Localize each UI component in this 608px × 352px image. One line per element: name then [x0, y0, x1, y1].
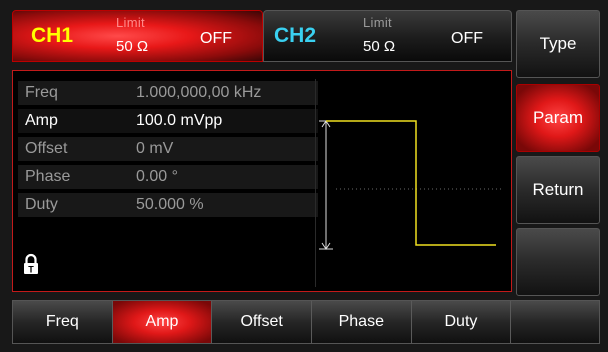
param-row-offset[interactable]: Offset 0 mV — [18, 137, 318, 161]
param-value: 0.00 ° — [136, 168, 178, 185]
param-label: Freq — [25, 84, 58, 101]
waveform-display — [315, 79, 502, 287]
param-row-duty[interactable]: Duty 50.000 % — [18, 193, 318, 217]
menu-item-duty[interactable]: Duty — [412, 301, 512, 343]
ch2-name: CH2 — [274, 24, 317, 47]
param-row-freq[interactable]: Freq 1.000,000,00 kHz — [18, 81, 318, 105]
softkey-type[interactable]: Type — [516, 10, 600, 78]
menu-item-phase[interactable]: Phase — [312, 301, 412, 343]
square-waveform — [326, 120, 496, 246]
param-label: Amp — [25, 112, 58, 129]
ch1-limit-caption: Limit — [116, 15, 145, 30]
ch2-tab[interactable]: CH2 Limit 50 Ω OFF — [263, 10, 512, 62]
softkey-empty[interactable] — [516, 228, 600, 296]
parameter-list: Freq 1.000,000,00 kHz Amp 100.0 mVpp Off… — [18, 81, 318, 221]
param-value: 1.000,000,00 kHz — [136, 84, 262, 101]
ch2-limit-caption: Limit — [363, 15, 392, 30]
menu-item-empty[interactable] — [511, 301, 599, 343]
lock-icon: T — [24, 253, 38, 275]
param-label: Offset — [25, 140, 68, 157]
menu-item-freq[interactable]: Freq — [13, 301, 113, 343]
param-value: 50.000 % — [136, 196, 204, 213]
ch1-name: CH1 — [31, 24, 74, 47]
param-value: 0 mV — [136, 140, 174, 157]
param-label: Phase — [25, 168, 71, 185]
menu-item-offset[interactable]: Offset — [212, 301, 312, 343]
svg-text:T: T — [28, 265, 34, 275]
ch1-output-status: OFF — [200, 30, 232, 47]
function-generator-screen: CH1 Limit 50 Ω OFF CH2 Limit 50 Ω OFF Fr… — [0, 0, 608, 352]
param-value: 100.0 mVpp — [136, 112, 223, 129]
ch2-limit-value: 50 Ω — [363, 38, 396, 55]
amplitude-indicator — [319, 120, 333, 250]
bottom-menu: Freq Amp Offset Phase Duty — [12, 300, 600, 344]
ch2-output-status: OFF — [451, 30, 483, 47]
param-row-amp[interactable]: Amp 100.0 mVpp — [18, 109, 318, 133]
softkey-param[interactable]: Param — [516, 84, 600, 152]
param-label: Duty — [25, 196, 58, 213]
param-row-phase[interactable]: Phase 0.00 ° — [18, 165, 318, 189]
softkey-return[interactable]: Return — [516, 156, 600, 224]
menu-item-amp[interactable]: Amp — [112, 301, 213, 343]
parameter-panel: Freq 1.000,000,00 kHz Amp 100.0 mVpp Off… — [12, 70, 512, 292]
ch1-tab[interactable]: CH1 Limit 50 Ω OFF — [12, 10, 263, 62]
ch1-limit-value: 50 Ω — [116, 38, 149, 55]
